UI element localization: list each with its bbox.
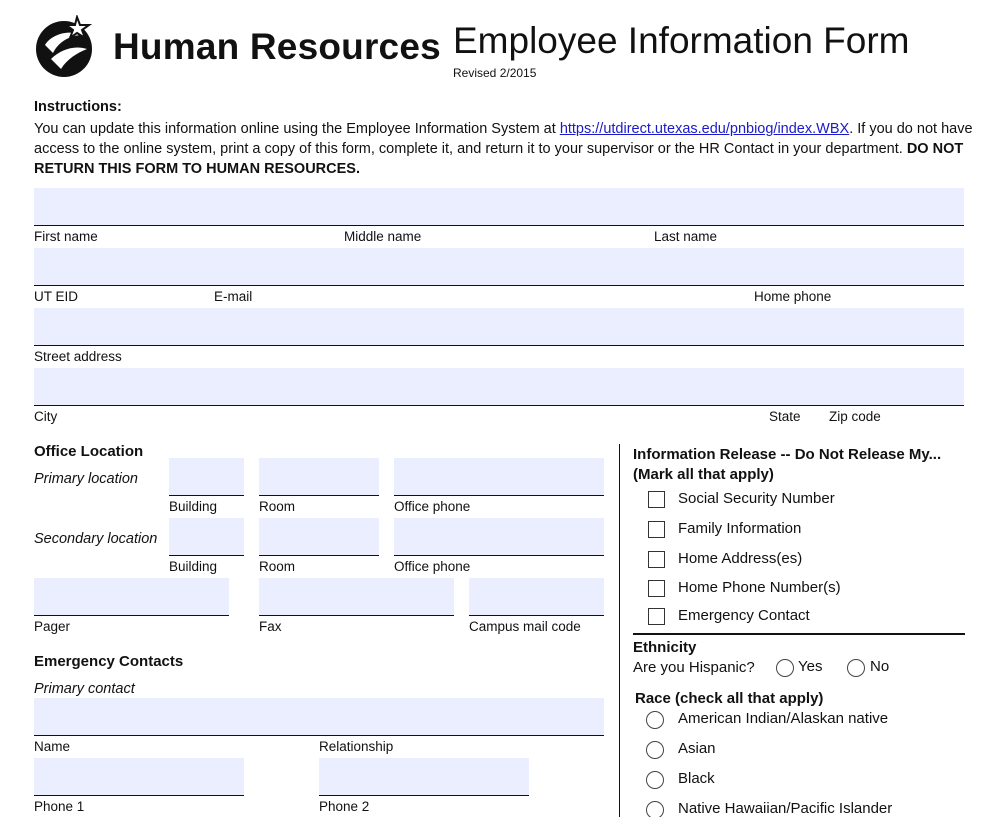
instructions-text-1: You can update this information online u… <box>34 121 560 137</box>
campus-mail-code-label: Campus mail code <box>469 619 581 634</box>
relationship-label: Relationship <box>319 739 394 754</box>
release-emergency-contact-label: Emergency Contact <box>678 607 810 624</box>
race-pacific-islander-label: Native Hawaiian/Pacific Islander <box>678 800 893 817</box>
primary-room-label: Room <box>259 499 296 514</box>
race-heading: Race (check all that apply) <box>635 690 824 707</box>
org-name: Human Resources <box>113 26 441 67</box>
ut-star-logo-icon <box>36 15 93 77</box>
release-family-checkbox[interactable] <box>648 521 665 538</box>
ethnicity-heading: Ethnicity <box>633 639 697 656</box>
first-name-label: First name <box>34 229 98 244</box>
form-title: Employee Information Form <box>453 20 910 61</box>
secondary-office-phone-field[interactable] <box>394 518 604 556</box>
name-row-field[interactable] <box>34 188 964 226</box>
contact-name-field[interactable] <box>34 698 604 736</box>
secondary-room-field[interactable] <box>259 518 379 556</box>
email-label: E-mail <box>214 289 253 304</box>
revised-date: Revised 2/2015 <box>453 66 537 80</box>
release-ssn-label: Social Security Number <box>678 490 835 507</box>
secondary-office-phone-label: Office phone <box>394 559 471 574</box>
race-black-radio[interactable] <box>646 771 664 789</box>
instructions-text: You can update this information online u… <box>34 119 974 179</box>
fax-label: Fax <box>259 619 282 634</box>
race-american-indian-label: American Indian/Alaskan native <box>678 710 889 727</box>
primary-contact-label: Primary contact <box>34 681 135 697</box>
primary-office-phone-field[interactable] <box>394 458 604 496</box>
street-address-field[interactable] <box>34 308 964 346</box>
last-name-label: Last name <box>654 229 718 244</box>
state-label: State <box>769 409 801 424</box>
release-ssn-checkbox[interactable] <box>648 491 665 508</box>
pager-field[interactable] <box>34 578 229 616</box>
eid-email-phone-row-field[interactable] <box>34 248 964 286</box>
phone2-label: Phone 2 <box>319 799 370 814</box>
release-home-address-checkbox[interactable] <box>648 551 665 568</box>
instructions-heading: Instructions: <box>34 99 122 115</box>
race-pacific-islander-radio[interactable] <box>646 801 664 817</box>
office-location-heading: Office Location <box>34 443 144 460</box>
campus-mail-code-field[interactable] <box>469 578 604 616</box>
primary-building-label: Building <box>169 499 218 514</box>
hispanic-no-label: No <box>870 658 890 675</box>
race-asian-label: Asian <box>678 740 716 757</box>
race-american-indian-radio[interactable] <box>646 711 664 729</box>
release-emergency-contact-checkbox[interactable] <box>648 608 665 625</box>
hispanic-no-radio[interactable] <box>847 659 865 677</box>
phone1-label: Phone 1 <box>34 799 85 814</box>
primary-building-field[interactable] <box>169 458 244 496</box>
hispanic-question: Are you Hispanic? <box>633 659 755 676</box>
hispanic-yes-radio[interactable] <box>776 659 794 677</box>
home-phone-label: Home phone <box>754 289 832 304</box>
street-address-label: Street address <box>34 349 122 364</box>
city-state-zip-row-field[interactable] <box>34 368 964 406</box>
ut-eid-label: UT EID <box>34 289 79 304</box>
phone1-field[interactable] <box>34 758 244 796</box>
secondary-room-label: Room <box>259 559 296 574</box>
primary-location-label: Primary location <box>34 471 138 487</box>
primary-room-field[interactable] <box>259 458 379 496</box>
info-release-subheading: (Mark all that apply) <box>633 466 774 483</box>
hispanic-yes-label: Yes <box>798 658 823 675</box>
secondary-location-label: Secondary location <box>34 531 158 547</box>
race-asian-radio[interactable] <box>646 741 664 759</box>
phone2-field[interactable] <box>319 758 529 796</box>
middle-name-label: Middle name <box>344 229 422 244</box>
release-home-address-label: Home Address(es) <box>678 550 803 567</box>
fax-field[interactable] <box>259 578 454 616</box>
column-divider <box>619 444 620 817</box>
release-home-phone-checkbox[interactable] <box>648 580 665 597</box>
city-label: City <box>34 409 58 424</box>
emergency-contacts-heading: Emergency Contacts <box>34 653 184 670</box>
release-family-label: Family Information <box>678 520 802 537</box>
release-home-phone-label: Home Phone Number(s) <box>678 579 841 596</box>
secondary-building-field[interactable] <box>169 518 244 556</box>
employee-info-system-link[interactable]: https://utdirect.utexas.edu/pnbiog/index… <box>560 121 849 137</box>
zip-code-label: Zip code <box>829 409 881 424</box>
pager-label: Pager <box>34 619 71 634</box>
section-divider <box>633 633 965 635</box>
contact-name-label: Name <box>34 739 71 754</box>
race-black-label: Black <box>678 770 715 787</box>
info-release-heading: Information Release -- Do Not Release My… <box>633 446 942 463</box>
secondary-building-label: Building <box>169 559 218 574</box>
primary-office-phone-label: Office phone <box>394 499 471 514</box>
